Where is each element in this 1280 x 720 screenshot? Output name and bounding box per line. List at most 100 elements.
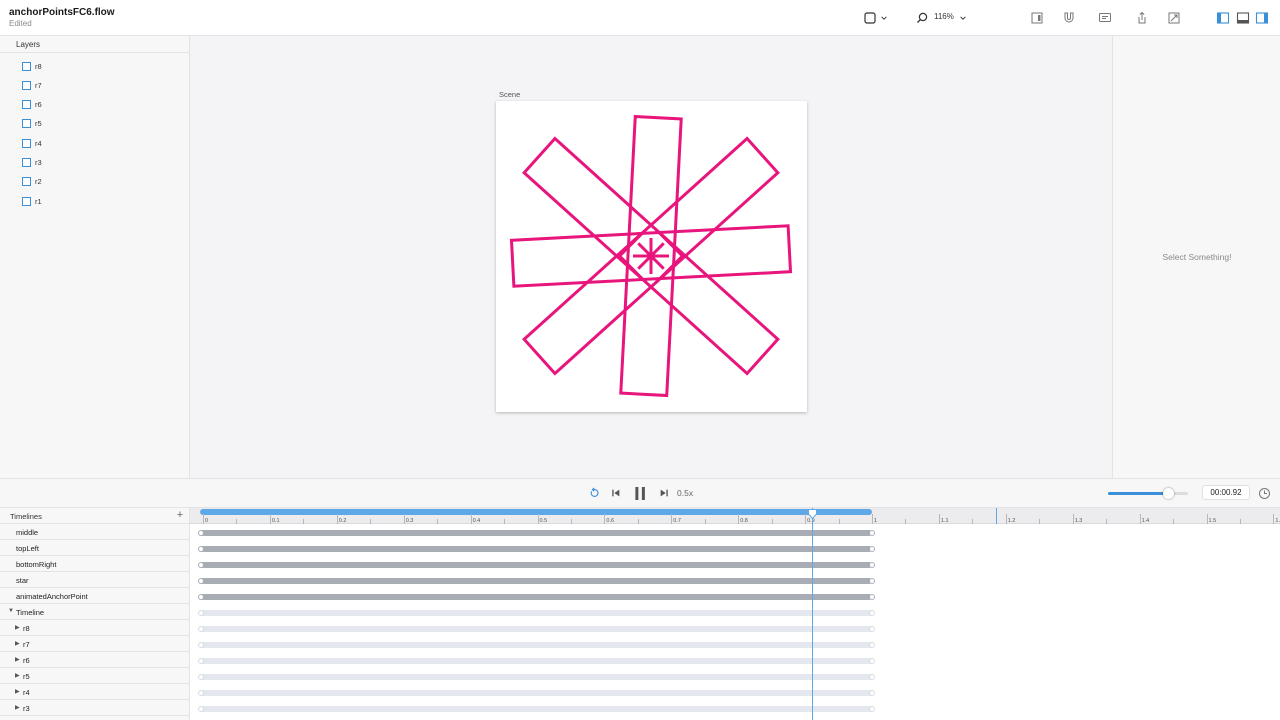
timeline-row[interactable]: ▶ r8 (0, 620, 189, 636)
track-endpoint[interactable] (198, 626, 204, 632)
track-endpoint[interactable] (869, 658, 875, 664)
track-endpoint[interactable] (869, 546, 875, 552)
chevron-down-icon[interactable] (879, 10, 889, 26)
magnet-icon[interactable] (1061, 10, 1077, 26)
track-endpoint[interactable] (869, 610, 875, 616)
chevron-down-icon[interactable] (958, 10, 968, 26)
star-drawing[interactable] (496, 101, 807, 412)
track-bar[interactable] (200, 706, 872, 712)
timeline-row[interactable]: ▶ r3 (0, 700, 189, 716)
disclosure-closed-icon[interactable]: ▶ (15, 704, 20, 711)
track-endpoint[interactable] (198, 594, 204, 600)
layer-item[interactable]: r8 (22, 59, 42, 73)
volume-slider[interactable] (1108, 488, 1188, 499)
track-endpoint[interactable] (869, 706, 875, 712)
timeline-tracks[interactable]: 00.10.20.30.40.50.60.70.80.911.11.21.31.… (190, 507, 1280, 720)
comment-icon[interactable] (1097, 10, 1113, 26)
track-endpoint[interactable] (198, 610, 204, 616)
layer-checkbox[interactable] (22, 61, 31, 71)
timeline-row[interactable]: animatedAnchorPoint (0, 588, 189, 604)
layer-item[interactable]: r5 (22, 117, 42, 131)
layer-checkbox[interactable] (22, 196, 31, 206)
track-endpoint[interactable] (198, 546, 204, 552)
disclosure-closed-icon[interactable]: ▶ (15, 688, 20, 695)
track-endpoint[interactable] (869, 530, 875, 536)
track-endpoint[interactable] (869, 594, 875, 600)
layer-item[interactable]: r1 (22, 194, 42, 208)
track-bar[interactable] (200, 674, 872, 680)
disclosure-open-icon[interactable]: ▼ (8, 608, 14, 614)
scene-artboard[interactable] (496, 101, 807, 412)
timeline-row[interactable]: ▶ r7 (0, 636, 189, 652)
timeline-row[interactable]: bottomRight (0, 556, 189, 572)
track-endpoint[interactable] (198, 706, 204, 712)
search-icon[interactable] (914, 10, 930, 26)
track-endpoint[interactable] (869, 690, 875, 696)
track-endpoint[interactable] (869, 578, 875, 584)
timeline-row[interactable]: ▶ r4 (0, 684, 189, 700)
layer-checkbox[interactable] (22, 80, 31, 90)
right-sidebar-icon[interactable] (1254, 10, 1270, 26)
track-bar[interactable] (200, 690, 872, 696)
loop-icon[interactable] (588, 486, 602, 500)
track-endpoint[interactable] (198, 562, 204, 568)
timeline-row[interactable]: ▶ r5 (0, 668, 189, 684)
track-bar[interactable] (200, 530, 872, 536)
timeline-row[interactable]: ▶ r6 (0, 652, 189, 668)
layer-item[interactable]: r4 (22, 136, 42, 150)
disclosure-closed-icon[interactable]: ▶ (15, 656, 20, 663)
timeline-row[interactable]: star (0, 572, 189, 588)
layer-checkbox[interactable] (22, 100, 31, 110)
playback-speed[interactable]: 0.5x (677, 488, 693, 498)
disclosure-closed-icon[interactable]: ▶ (15, 624, 20, 631)
track-endpoint[interactable] (198, 530, 204, 536)
volume-knob[interactable] (1163, 488, 1174, 499)
track-bar[interactable] (200, 658, 872, 664)
time-display[interactable]: 00:00.92 (1202, 485, 1250, 500)
canvas[interactable]: Scene (190, 36, 1112, 478)
layer-item[interactable]: r3 (22, 156, 42, 170)
timeline-range-bar[interactable] (200, 509, 872, 515)
timeline-row[interactable]: ▼ Timeline (0, 604, 189, 620)
pause-icon[interactable] (633, 485, 647, 501)
track-endpoint[interactable] (869, 562, 875, 568)
clock-icon[interactable] (1258, 487, 1271, 500)
frame-icon[interactable] (862, 10, 878, 26)
track-endpoint[interactable] (198, 578, 204, 584)
skip-back-icon[interactable] (610, 486, 622, 500)
layer-item[interactable]: r6 (22, 98, 42, 112)
track-bar[interactable] (200, 562, 872, 568)
layer-checkbox[interactable] (22, 138, 31, 148)
export-icon[interactable] (1166, 10, 1182, 26)
skip-forward-icon[interactable] (658, 486, 670, 500)
share-icon[interactable] (1134, 10, 1150, 26)
zoom-level[interactable]: 116% (934, 12, 954, 21)
track-endpoint[interactable] (869, 674, 875, 680)
track-bar[interactable] (200, 594, 872, 600)
layer-item[interactable]: r2 (22, 175, 42, 189)
time-ruler[interactable] (190, 508, 1280, 524)
layer-item[interactable]: r7 (22, 78, 42, 92)
track-bar[interactable] (200, 610, 872, 616)
track-bar[interactable] (200, 578, 872, 584)
track-endpoint[interactable] (198, 642, 204, 648)
layer-checkbox[interactable] (22, 158, 31, 167)
timeline-row[interactable]: middle (0, 524, 189, 540)
timeline-row[interactable]: topLeft (0, 540, 189, 556)
playhead-handle[interactable] (807, 509, 817, 519)
disclosure-closed-icon[interactable]: ▶ (15, 672, 20, 679)
layer-checkbox[interactable] (22, 177, 31, 187)
track-endpoint[interactable] (869, 626, 875, 632)
panel-icon[interactable] (1029, 10, 1045, 26)
left-sidebar-icon[interactable] (1215, 10, 1231, 26)
add-timeline-button[interactable]: + (175, 509, 185, 521)
track-endpoint[interactable] (869, 642, 875, 648)
track-bar[interactable] (200, 626, 872, 632)
track-endpoint[interactable] (198, 674, 204, 680)
disclosure-closed-icon[interactable]: ▶ (15, 640, 20, 647)
layer-checkbox[interactable] (22, 119, 31, 129)
track-endpoint[interactable] (198, 690, 204, 696)
track-bar[interactable] (200, 642, 872, 648)
track-endpoint[interactable] (198, 658, 204, 664)
track-bar[interactable] (200, 546, 872, 552)
